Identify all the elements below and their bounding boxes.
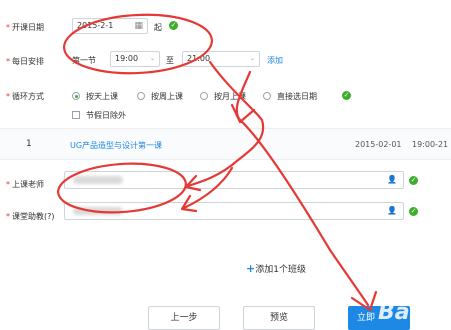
preview-button[interactable]: 预览	[243, 306, 315, 330]
blurred-text	[73, 176, 123, 184]
repeat-mode-label: * 循环方式	[6, 92, 44, 101]
option-by-day: 按天上课	[86, 92, 118, 101]
course-date: 2015-02-01	[355, 140, 402, 149]
add-class-label: 添加1个班级	[255, 265, 306, 275]
start-time-select[interactable]: 19:00 ⌄	[110, 51, 160, 67]
divider	[0, 159, 451, 160]
radio-by-day[interactable]	[72, 92, 80, 100]
start-date-label: * 开课日期	[6, 23, 44, 32]
add-time-link[interactable]: 添加	[267, 55, 283, 66]
course-title[interactable]: UG产品造型与设计第一课	[70, 140, 162, 151]
chevron-down-icon: ⌄	[249, 55, 255, 62]
watermark-logo: Bai	[378, 300, 418, 325]
user-icon[interactable]: 👤	[387, 173, 397, 187]
assistant-input[interactable]: 👤	[64, 202, 404, 220]
radio-pick-date[interactable]	[263, 92, 271, 100]
teacher-input[interactable]: 👤	[64, 171, 404, 189]
user-icon[interactable]: 👤	[387, 204, 397, 218]
chevron-down-icon: ⌄	[149, 55, 155, 62]
radio-by-week[interactable]	[137, 92, 145, 100]
radio-by-month[interactable]	[200, 92, 208, 100]
option-pick-date: 直接选日期	[277, 92, 317, 101]
plus-icon: +	[246, 262, 256, 275]
end-time-value: 21:00	[187, 54, 211, 63]
holiday-exclude-label: 节假日除外	[86, 111, 126, 120]
end-time-select[interactable]: 21:00 ⌄	[182, 51, 260, 67]
start-date-value: 2015-2-1	[77, 21, 114, 30]
course-time: 19:00-21	[412, 140, 449, 149]
teacher-label: * 上课老师	[6, 180, 44, 189]
to-label: 至	[166, 56, 174, 65]
start-time-value: 19:00	[115, 54, 139, 63]
prev-step-button[interactable]: 上一步	[148, 306, 220, 330]
assistant-check-icon: ✓	[409, 207, 418, 216]
assistant-label: * 课堂助教(?)	[6, 212, 55, 221]
annotation-arrow-teacher	[186, 60, 265, 188]
daily-schedule-label: * 每日安排	[6, 57, 44, 66]
course-index: 1	[26, 139, 32, 149]
holiday-exclude-checkbox[interactable]	[72, 111, 80, 119]
blurred-text	[73, 207, 123, 215]
option-by-week: 按周上课	[151, 92, 183, 101]
calendar-icon[interactable]: ▦	[134, 19, 143, 33]
start-date-check-icon: ✓	[169, 21, 178, 30]
annotation-arrowhead-up	[230, 103, 256, 124]
annotation-overlay	[57, 13, 378, 312]
period-label: 第一节	[72, 56, 96, 65]
add-class-button[interactable]: +添加1个班级	[246, 262, 306, 275]
repeat-mode-check-icon: ✓	[342, 91, 351, 100]
teacher-check-icon: ✓	[409, 176, 418, 185]
option-by-month: 按月上课	[214, 92, 246, 101]
start-date-input[interactable]: 2015-2-1 ▦	[72, 18, 148, 34]
start-date-suffix: 起	[154, 23, 162, 32]
